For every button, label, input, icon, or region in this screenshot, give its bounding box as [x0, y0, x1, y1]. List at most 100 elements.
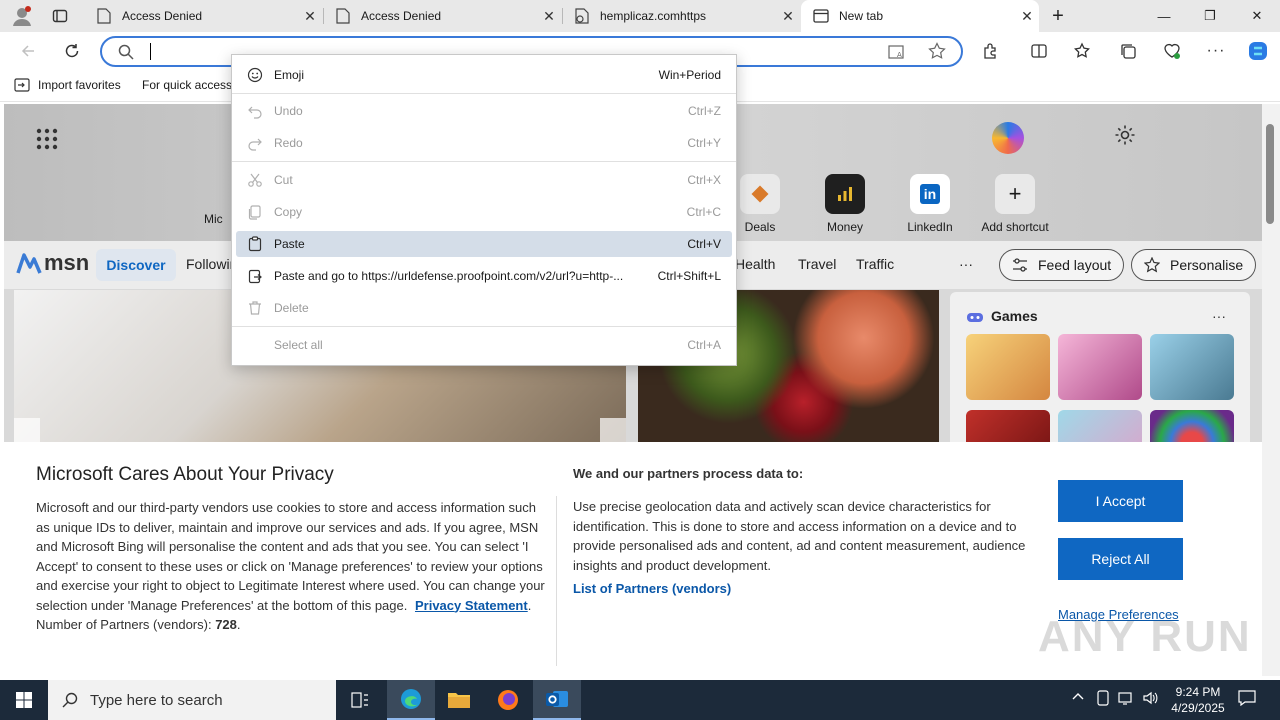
- back-icon[interactable]: [12, 36, 44, 66]
- edge-taskbar-icon[interactable]: [387, 680, 435, 720]
- games-title: Games: [991, 308, 1038, 324]
- copilot-logo-icon[interactable]: [992, 122, 1024, 154]
- nav-traffic[interactable]: Traffic: [856, 256, 894, 272]
- menu-item-select-all[interactable]: Select all Ctrl+A: [236, 332, 732, 358]
- list-of-partners-link[interactable]: List of Partners (vendors): [573, 581, 731, 596]
- browser-essentials-icon[interactable]: [1156, 36, 1188, 66]
- personalise-button[interactable]: Personalise: [1131, 249, 1257, 281]
- app-launcher-icon[interactable]: [36, 128, 58, 156]
- msn-logo[interactable]: msn: [16, 250, 89, 276]
- game-tile[interactable]: [1150, 334, 1234, 400]
- split-screen-icon[interactable]: [1023, 36, 1055, 66]
- accept-button[interactable]: I Accept: [1058, 480, 1183, 522]
- game-tile[interactable]: [1058, 334, 1142, 400]
- feed-layout-button[interactable]: Feed layout: [999, 249, 1125, 281]
- new-tab-button[interactable]: +: [1040, 0, 1076, 32]
- tab-close-icon[interactable]: ✕: [776, 8, 800, 25]
- import-favorites-link[interactable]: Import favorites: [14, 78, 121, 92]
- scrollbar-thumb[interactable]: [1266, 124, 1274, 224]
- reader-view-icon[interactable]: A: [888, 43, 906, 64]
- msn-logo-text: msn: [44, 250, 90, 275]
- shortcut-label: Mic: [204, 212, 223, 226]
- favorite-star-icon[interactable]: [928, 42, 946, 63]
- partners-count-label: Number of Partners (vendors):: [36, 617, 212, 632]
- tab-hemplicaz[interactable]: hemplicaz.comhttps ✕: [562, 0, 800, 32]
- anyrun-watermark: ANY RUN: [1038, 612, 1252, 661]
- nav-travel[interactable]: Travel: [798, 256, 836, 272]
- games-more-icon[interactable]: ···: [1212, 308, 1226, 324]
- close-window-button[interactable]: ✕: [1234, 0, 1280, 32]
- tray-chevron-icon[interactable]: [1071, 690, 1085, 707]
- menu-item-shortcut: Ctrl+A: [687, 338, 721, 352]
- menu-item-paste-and-go[interactable]: Paste and go to https://urldefense.proof…: [236, 263, 732, 289]
- clock-date: 4/29/2025: [1171, 701, 1225, 715]
- paste-go-icon: [236, 268, 274, 284]
- nav-label: Discover: [106, 257, 166, 273]
- game-tile[interactable]: [966, 334, 1050, 400]
- privacy-statement-link[interactable]: Privacy Statement: [415, 598, 528, 613]
- collections-icon[interactable]: [1112, 36, 1144, 66]
- volume-icon[interactable]: [1142, 690, 1158, 709]
- nav-discover[interactable]: Discover: [96, 249, 176, 281]
- tab-close-icon[interactable]: ✕: [298, 8, 322, 25]
- shortcut-linkedin[interactable]: in LinkedIn: [895, 174, 965, 234]
- taskbar-clock[interactable]: 9:24 PM 4/29/2025: [1162, 684, 1234, 716]
- menu-item-shortcut: Ctrl+C: [686, 205, 721, 219]
- menu-item-label: Paste and go to https://urldefense.proof…: [274, 269, 624, 283]
- shortcut-label: Deals: [744, 220, 776, 234]
- start-button[interactable]: [0, 680, 48, 720]
- menu-item-delete[interactable]: Delete: [236, 295, 732, 321]
- shortcut-money[interactable]: Money: [810, 174, 880, 234]
- clock-time: 9:24 PM: [1175, 685, 1221, 699]
- menu-item-copy[interactable]: Copy Ctrl+C: [236, 199, 732, 225]
- nav-health[interactable]: Health: [735, 256, 775, 272]
- refresh-icon[interactable]: [56, 36, 88, 66]
- firefox-icon[interactable]: [484, 680, 532, 720]
- tab-close-icon[interactable]: ✕: [1015, 8, 1039, 25]
- taskbar-search-box[interactable]: Type here to search: [48, 680, 336, 720]
- favorites-hint: For quick access,: [142, 78, 236, 92]
- new-tab-page-icon: [813, 8, 829, 24]
- feed-layout-label: Feed layout: [1038, 257, 1112, 273]
- menu-item-shortcut: Ctrl+Shift+L: [657, 269, 721, 283]
- shortcut-add[interactable]: + Add shortcut: [980, 174, 1050, 234]
- more-menu-icon[interactable]: ···: [1200, 36, 1232, 66]
- menu-separator: [232, 161, 736, 162]
- copilot-icon[interactable]: [1242, 36, 1274, 66]
- nav-more-icon[interactable]: ···: [959, 256, 973, 272]
- tab-access-denied-1[interactable]: Access Denied ✕: [84, 0, 322, 32]
- settings-gear-icon[interactable]: [1114, 124, 1136, 152]
- extensions-icon[interactable]: [975, 36, 1007, 66]
- menu-separator: [232, 326, 736, 327]
- menu-item-redo[interactable]: Redo Ctrl+Y: [236, 130, 732, 156]
- menu-item-emoji[interactable]: Emoji Win+Period: [236, 62, 732, 88]
- tab-label: Access Denied: [361, 9, 442, 23]
- notifications-icon[interactable]: [1238, 690, 1256, 709]
- money-chart-icon: [825, 174, 865, 214]
- page-icon: [335, 8, 351, 24]
- tab-access-denied-2[interactable]: Access Denied ✕: [323, 0, 561, 32]
- file-explorer-icon[interactable]: [435, 680, 483, 720]
- sliders-icon: [1012, 258, 1028, 272]
- favorites-icon[interactable]: [1067, 36, 1099, 66]
- tab-close-icon[interactable]: ✕: [537, 8, 561, 25]
- menu-item-paste[interactable]: Paste Ctrl+V: [236, 231, 732, 257]
- minimize-button[interactable]: —: [1141, 0, 1187, 32]
- task-view-icon[interactable]: [336, 680, 384, 720]
- device-icon[interactable]: [1096, 690, 1110, 709]
- tab-actions-icon[interactable]: [44, 1, 76, 31]
- tab-new-tab[interactable]: New tab ✕: [801, 0, 1039, 32]
- purpose-title: We and our partners process data to:: [573, 466, 804, 481]
- games-card: Games ···: [950, 292, 1250, 476]
- network-icon[interactable]: [1118, 690, 1136, 709]
- reject-all-button[interactable]: Reject All: [1058, 538, 1183, 580]
- outlook-icon[interactable]: [533, 680, 581, 720]
- page-scrollbar[interactable]: [1262, 104, 1280, 676]
- menu-item-undo[interactable]: Undo Ctrl+Z: [236, 98, 732, 124]
- profile-icon[interactable]: [6, 1, 38, 31]
- maximize-button[interactable]: ❐: [1187, 0, 1233, 32]
- privacy-body: Microsoft and our third-party vendors us…: [36, 500, 545, 632]
- personalise-icon: [1144, 257, 1160, 273]
- shortcut-label: Add shortcut: [981, 220, 1049, 234]
- menu-item-cut[interactable]: Cut Ctrl+X: [236, 167, 732, 193]
